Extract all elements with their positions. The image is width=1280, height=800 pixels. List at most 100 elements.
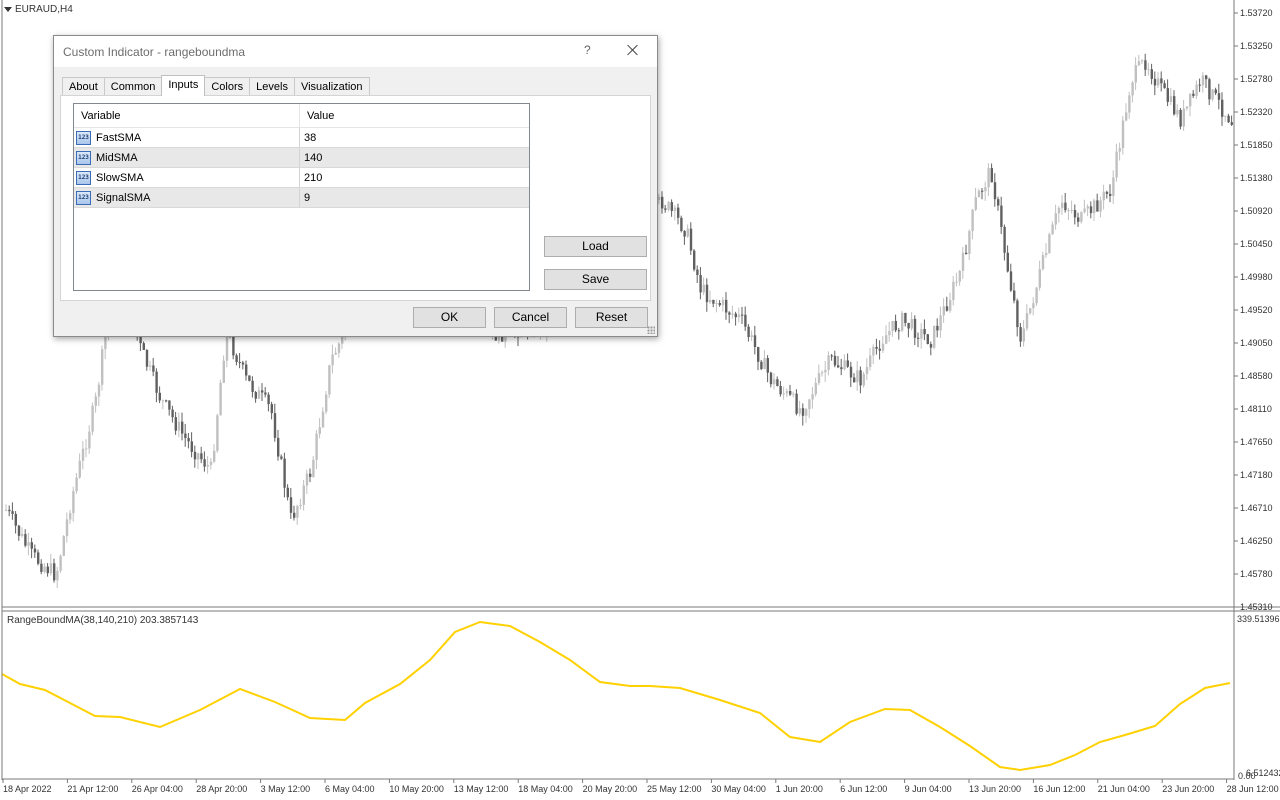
tab-about[interactable]: About <box>62 77 105 96</box>
table-row[interactable]: 123 SlowSMA 210 <box>74 168 529 188</box>
candle-body <box>1195 84 1198 96</box>
table-row[interactable]: 123 SignalSMA 9 <box>74 188 529 208</box>
candle-body <box>1105 191 1109 194</box>
candle-body <box>14 513 17 526</box>
indicator-series <box>1 620 1231 772</box>
candle-body <box>1067 210 1070 212</box>
candle-body <box>779 385 782 395</box>
value-cell[interactable]: 210 <box>300 168 529 187</box>
candle-body <box>830 355 833 357</box>
variable-name: MidSMA <box>96 151 138 164</box>
candle-body <box>1211 89 1214 100</box>
tab-inputs[interactable]: Inputs <box>161 75 206 96</box>
candle-body <box>65 519 69 537</box>
variable-name: SignalSMA <box>96 191 151 204</box>
candle-body <box>296 506 299 518</box>
candle-body <box>1137 61 1141 66</box>
candle-body <box>824 369 827 373</box>
cancel-button[interactable]: Cancel <box>494 307 567 328</box>
candle-body <box>37 552 40 564</box>
tab-colors[interactable]: Colors <box>204 77 251 96</box>
candle-body <box>734 313 737 318</box>
candle-body <box>27 542 30 546</box>
candle-body <box>1201 75 1205 86</box>
number-icon: 123 <box>76 130 91 145</box>
header-variable[interactable]: Variable <box>74 104 300 127</box>
candle-body <box>840 367 843 370</box>
candle-body <box>789 391 792 395</box>
indicator-line <box>1 620 1231 772</box>
time-label: 6 Jun 12:00 <box>840 784 887 794</box>
candle-body <box>235 355 238 362</box>
table-row[interactable]: 123 MidSMA 140 <box>74 148 529 168</box>
candle-body <box>1045 252 1048 256</box>
candle-body <box>881 343 885 351</box>
candle-body <box>1115 151 1118 178</box>
candle-body <box>200 453 203 460</box>
candle-body <box>43 566 46 572</box>
candle-body <box>328 365 331 395</box>
candle-body <box>859 370 862 386</box>
resize-grip-icon[interactable] <box>647 326 655 334</box>
candle-body <box>837 365 840 368</box>
candle-body <box>875 346 878 349</box>
candle-body <box>1086 206 1089 209</box>
candle-body <box>1022 328 1025 342</box>
candle-body <box>897 330 901 332</box>
candle-body <box>744 314 747 327</box>
candle-body <box>149 365 152 367</box>
time-label: 10 May 20:00 <box>389 784 444 794</box>
number-icon: 123 <box>76 190 91 205</box>
candle-body <box>763 358 766 369</box>
candle-body <box>168 400 171 410</box>
header-value[interactable]: Value <box>300 104 529 127</box>
candle-body <box>715 302 718 304</box>
dialog-titlebar[interactable]: Custom Indicator - rangeboundma ? <box>54 36 657 67</box>
reset-button[interactable]: Reset <box>575 307 648 328</box>
chevron-down-icon[interactable] <box>4 7 12 12</box>
candle-body <box>1163 83 1166 89</box>
tab-levels[interactable]: Levels <box>249 77 295 96</box>
candle-body <box>1048 234 1051 253</box>
candle-body <box>1000 205 1003 227</box>
save-button[interactable]: Save <box>544 269 647 290</box>
candle-body <box>305 473 309 486</box>
candle-body <box>785 391 789 394</box>
candle-body <box>862 374 865 386</box>
candle-body <box>331 354 334 366</box>
custom-indicator-dialog: Custom Indicator - rangeboundma ? About … <box>53 35 658 337</box>
candle-body <box>293 512 296 518</box>
load-button[interactable]: Load <box>544 236 647 257</box>
close-icon[interactable] <box>626 43 640 57</box>
value-cell[interactable]: 38 <box>300 128 529 147</box>
value-cell[interactable]: 140 <box>300 148 529 167</box>
candle-body <box>769 372 773 385</box>
time-label: 20 May 20:00 <box>583 784 638 794</box>
tab-visualization[interactable]: Visualization <box>293 77 370 96</box>
time-label: 18 Apr 2022 <box>3 784 52 794</box>
tab-common[interactable]: Common <box>103 77 163 96</box>
candle-body <box>1003 226 1006 253</box>
help-icon[interactable]: ? <box>584 43 591 57</box>
symbol-label[interactable]: EURAUD,H4 <box>4 4 73 15</box>
candle-body <box>1083 208 1086 213</box>
candle-body <box>843 360 846 370</box>
candle-body <box>197 453 200 460</box>
candle-body <box>1125 112 1128 121</box>
candle-body <box>40 563 43 572</box>
time-label: 23 Jun 20:00 <box>1162 784 1214 794</box>
candle-body <box>1221 99 1224 117</box>
candle-body <box>85 448 88 450</box>
candle-body <box>913 318 917 338</box>
candle-body <box>142 343 145 350</box>
ok-button[interactable]: OK <box>413 307 486 328</box>
value-cell[interactable]: 9 <box>300 188 529 207</box>
candle-body <box>725 299 728 313</box>
candle-body <box>974 197 977 210</box>
price-label: 1.50450 <box>1240 239 1273 249</box>
candle-body <box>792 393 795 395</box>
time-axis: 18 Apr 2022 21 Apr 12:00 26 Apr 04:00 28 Ap… <box>2 779 1279 794</box>
candle-body <box>731 313 734 315</box>
candle-body <box>171 409 174 418</box>
table-row[interactable]: 123 FastSMA 38 <box>74 128 529 148</box>
